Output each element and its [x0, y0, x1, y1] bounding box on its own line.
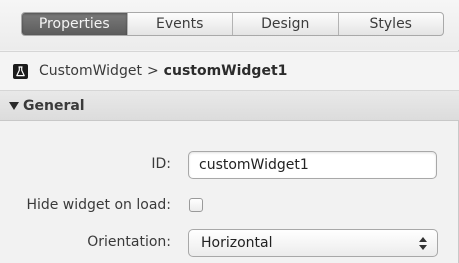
orientation-select[interactable]: Horizontal — [188, 229, 438, 257]
breadcrumb-separator: > — [146, 63, 159, 79]
flask-icon — [13, 63, 28, 79]
tab-design[interactable]: Design — [232, 13, 338, 35]
disclosure-triangle-icon[interactable] — [9, 101, 19, 110]
id-label: ID: — [151, 156, 171, 172]
hide-on-load-checkbox[interactable] — [189, 198, 203, 212]
section-header-general[interactable]: General — [0, 91, 459, 121]
select-arrows-icon — [413, 230, 433, 256]
orientation-label: Orientation: — [87, 234, 171, 250]
tab-properties[interactable]: Properties — [22, 13, 127, 35]
tab-events[interactable]: Events — [126, 13, 233, 35]
tab-styles[interactable]: Styles — [337, 13, 444, 35]
id-field[interactable] — [188, 151, 437, 179]
breadcrumb: CustomWidget > customWidget1 — [0, 51, 459, 91]
hide-on-load-label: Hide widget on load: — [26, 197, 171, 213]
segmented-tabs: Properties Events Design Styles — [21, 12, 444, 36]
tab-bar: Properties Events Design Styles — [0, 0, 459, 50]
breadcrumb-parent[interactable]: CustomWidget — [39, 63, 142, 79]
section-title: General — [23, 97, 85, 114]
properties-panel: Properties Events Design Styles CustomWi… — [0, 0, 459, 263]
orientation-value: Horizontal — [201, 235, 273, 251]
breadcrumb-current: customWidget1 — [163, 63, 288, 79]
